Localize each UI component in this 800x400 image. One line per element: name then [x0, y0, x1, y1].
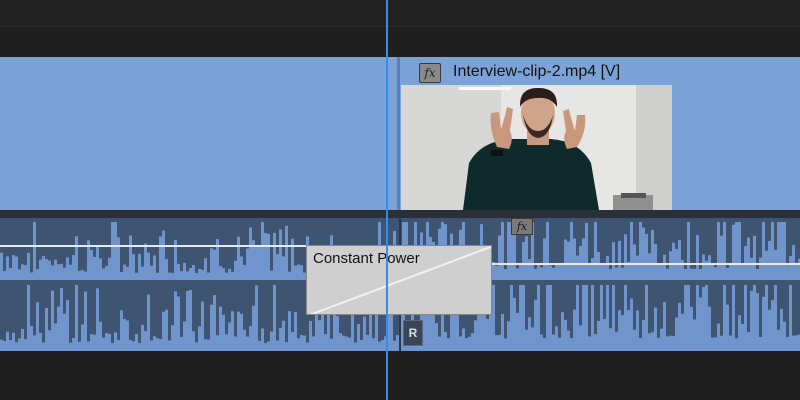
empty-track-v2[interactable]	[0, 27, 800, 57]
track-divider[interactable]	[0, 210, 800, 218]
empty-track-a2[interactable]	[0, 351, 800, 400]
keyframe-r-badge[interactable]: R	[403, 320, 423, 346]
transition-constant-power[interactable]: Constant Power	[306, 245, 492, 315]
transition-label: Constant Power	[313, 250, 420, 267]
clip-thumbnail	[401, 85, 672, 210]
video-clip-previous[interactable]	[0, 57, 397, 210]
clip-title: Interview-clip-2.mp4 [V]	[453, 63, 621, 80]
fx-icon[interactable]: fx	[419, 63, 441, 83]
playhead[interactable]	[386, 0, 388, 400]
fx-icon[interactable]: fx	[511, 218, 533, 235]
timeline-ruler[interactable]	[0, 0, 800, 26]
